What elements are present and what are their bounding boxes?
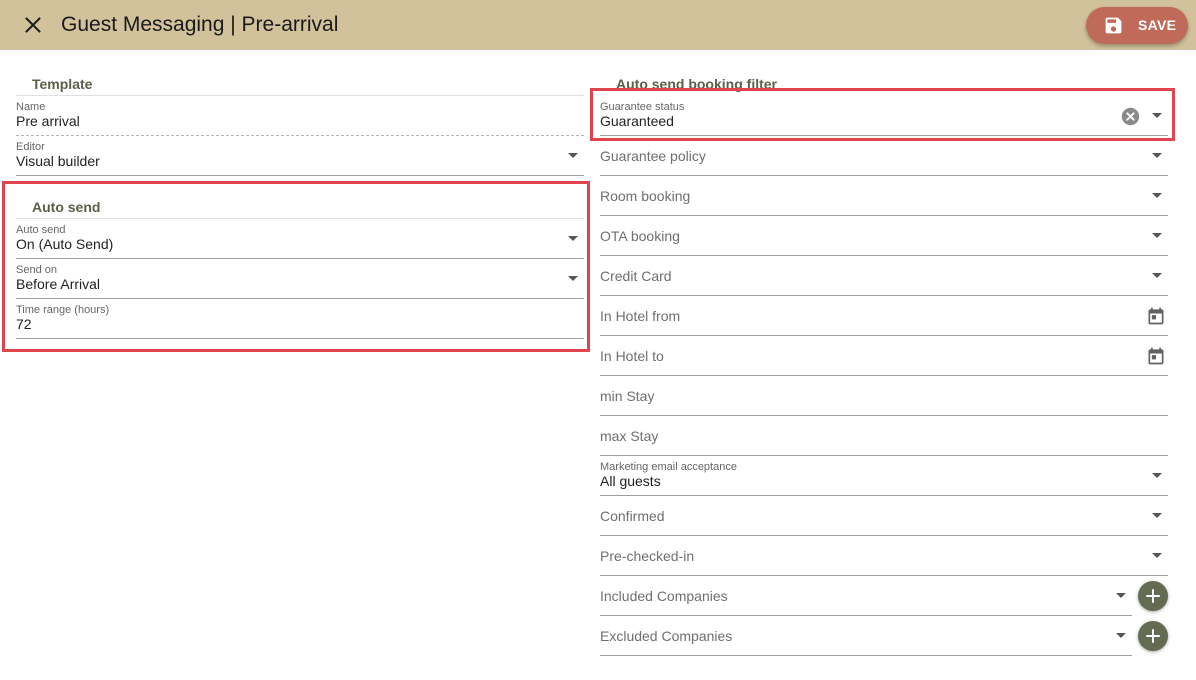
add-excluded-company-button[interactable] (1138, 621, 1168, 651)
included-companies-select[interactable]: Included Companies (600, 576, 1132, 616)
confirmed-placeholder: Confirmed (600, 508, 665, 524)
guarantee-policy-select[interactable]: Guarantee policy (600, 136, 1168, 176)
marketing-email-label: Marketing email acceptance (600, 461, 737, 473)
calendar-icon[interactable] (1146, 346, 1166, 366)
send-on-label: Send on (16, 264, 57, 276)
in-hotel-from-placeholder: In Hotel from (600, 308, 681, 324)
editor-select[interactable]: Editor Visual builder (16, 136, 584, 176)
time-range-label: Time range (hours) (16, 304, 110, 316)
ota-booking-placeholder: OTA booking (600, 228, 680, 244)
confirmed-select[interactable]: Confirmed (600, 496, 1168, 536)
in-hotel-to-date[interactable]: In Hotel to (600, 336, 1168, 376)
guarantee-status-select[interactable]: Guarantee status Guaranteed (600, 96, 1168, 136)
min-stay-input[interactable]: min Stay (600, 376, 1168, 416)
close-button[interactable] (22, 14, 44, 36)
filter-section-title: Auto send booking filter (616, 76, 777, 92)
min-stay-placeholder: min Stay (600, 388, 655, 404)
send-on-value: Before Arrival (16, 276, 101, 292)
excluded-companies-select[interactable]: Excluded Companies (600, 616, 1132, 656)
template-section-title: Template (32, 76, 93, 92)
chevron-down-icon (568, 276, 578, 281)
excluded-companies-placeholder: Excluded Companies (600, 628, 733, 644)
in-hotel-from-date[interactable]: In Hotel from (600, 296, 1168, 336)
guarantee-status-value: Guaranteed (600, 113, 674, 129)
credit-card-select[interactable]: Credit Card (600, 256, 1168, 296)
clear-icon[interactable] (1121, 107, 1140, 126)
name-value: Pre arrival (16, 113, 80, 129)
chevron-down-icon (568, 153, 578, 158)
auto-send-label: Auto send (16, 224, 66, 236)
included-companies-placeholder: Included Companies (600, 588, 728, 604)
marketing-email-select[interactable]: Marketing email acceptance All guests (600, 456, 1168, 496)
chevron-down-icon (1152, 153, 1162, 158)
plus-icon (1146, 629, 1160, 643)
room-booking-placeholder: Room booking (600, 188, 691, 204)
app-header: Guest Messaging | Pre-arrival SAVE (0, 0, 1196, 50)
chevron-down-icon (1116, 633, 1126, 638)
chevron-down-icon (568, 236, 578, 241)
pre-checked-in-select[interactable]: Pre-checked-in (600, 536, 1168, 576)
name-field[interactable]: Name Pre arrival (16, 96, 584, 136)
time-range-value: 72 (16, 316, 32, 332)
plus-icon (1146, 589, 1160, 603)
calendar-icon[interactable] (1146, 306, 1166, 326)
name-label: Name (16, 101, 46, 113)
chevron-down-icon (1152, 273, 1162, 278)
in-hotel-to-placeholder: In Hotel to (600, 348, 664, 364)
page-title: Guest Messaging | Pre-arrival (61, 13, 339, 36)
chevron-down-icon (1152, 113, 1162, 118)
chevron-down-icon (1152, 193, 1162, 198)
save-label: SAVE (1138, 17, 1177, 33)
max-stay-input[interactable]: max Stay (600, 416, 1168, 456)
save-button[interactable]: SAVE (1086, 7, 1188, 44)
time-range-input[interactable]: Time range (hours) 72 (16, 299, 584, 339)
auto-send-value: On (Auto Send) (16, 236, 114, 252)
chevron-down-icon (1116, 593, 1126, 598)
room-booking-select[interactable]: Room booking (600, 176, 1168, 216)
send-on-select[interactable]: Send on Before Arrival (16, 259, 584, 299)
guarantee-status-label: Guarantee status (600, 101, 685, 113)
chevron-down-icon (1152, 473, 1162, 478)
editor-value: Visual builder (16, 153, 100, 169)
marketing-email-value: All guests (600, 473, 661, 489)
ota-booking-select[interactable]: OTA booking (600, 216, 1168, 256)
auto-send-section-title: Auto send (32, 199, 101, 215)
editor-label: Editor (16, 141, 45, 153)
close-icon (25, 17, 41, 33)
chevron-down-icon (1152, 233, 1162, 238)
pre-checked-in-placeholder: Pre-checked-in (600, 548, 695, 564)
chevron-down-icon (1152, 553, 1162, 558)
guarantee-policy-placeholder: Guarantee policy (600, 148, 706, 164)
auto-send-select[interactable]: Auto send On (Auto Send) (16, 219, 584, 259)
add-included-company-button[interactable] (1138, 581, 1168, 611)
max-stay-placeholder: max Stay (600, 428, 659, 444)
chevron-down-icon (1152, 513, 1162, 518)
save-icon (1105, 17, 1122, 34)
credit-card-placeholder: Credit Card (600, 268, 672, 284)
